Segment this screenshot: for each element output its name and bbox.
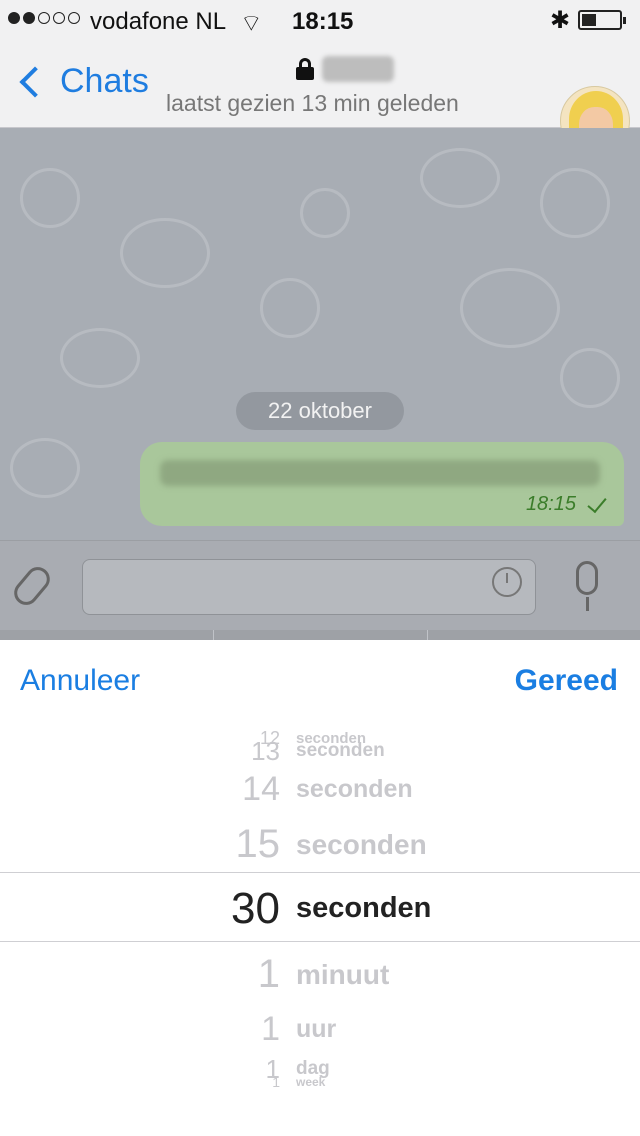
back-button[interactable]: Chats xyxy=(14,62,149,101)
duration-picker-wheel[interactable]: 12 seconden 13 seconden 14 seconden 15 seconden… xyxy=(0,728,640,1100)
date-separator: 22 oktober xyxy=(236,392,404,430)
status-time: 18:15 xyxy=(292,8,354,35)
last-seen-status: laatst gezien 13 min geleden xyxy=(166,90,459,116)
input-bar xyxy=(0,540,640,630)
status-bar: vodafone NL ⌔ 18:15 ✱ xyxy=(0,0,640,40)
nav-bar: Chats laatst gezien 13 min geleden xyxy=(0,40,640,156)
picker-option-unit: week xyxy=(296,1075,326,1089)
done-button[interactable]: Gereed xyxy=(515,664,618,698)
lock-icon xyxy=(296,58,314,80)
message-time: 18:15 xyxy=(525,493,576,515)
picker-option-number: 13 xyxy=(251,736,280,766)
carrier-name: vodafone NL xyxy=(90,8,227,35)
signal-strength-icon xyxy=(8,12,80,24)
keyboard-strip xyxy=(0,630,640,640)
battery-icon xyxy=(578,10,626,30)
picker-option[interactable]: 1 week xyxy=(0,1074,640,1098)
picker-option-number: 1 xyxy=(261,1010,280,1048)
picker-option-number: 1 xyxy=(257,952,280,996)
chat-title[interactable] xyxy=(296,56,394,82)
picker-option[interactable]: 1 uur xyxy=(0,1010,640,1054)
picker-option-unit: seconden xyxy=(296,829,427,860)
picker-option[interactable]: 1 minuut xyxy=(0,952,640,1002)
message-text-blurred xyxy=(160,460,600,486)
picker-option-unit: uur xyxy=(296,1015,337,1043)
picker-option[interactable]: 15 seconden xyxy=(0,822,640,872)
picker-option[interactable]: 13 seconden xyxy=(0,736,640,772)
contact-name-blurred xyxy=(322,56,394,82)
chat-area: 22 oktober 18:15 xyxy=(0,128,640,540)
cancel-button[interactable]: Annuleer xyxy=(20,664,140,698)
picker-option-number: 15 xyxy=(235,822,281,866)
picker-option[interactable]: 30 seconden xyxy=(0,884,640,938)
wifi-icon: ⌔ xyxy=(240,10,263,37)
checkmark-icon xyxy=(587,492,607,514)
self-destruct-timer-icon[interactable] xyxy=(492,567,522,597)
message-input[interactable] xyxy=(82,559,536,615)
picker-option-number: 1 xyxy=(272,1074,280,1090)
picker-option-unit: minuut xyxy=(296,959,390,990)
picker-option[interactable]: 14 seconden xyxy=(0,770,640,814)
picker-option-number: 14 xyxy=(242,770,280,808)
timer-picker-sheet: Annuleer Gereed 12 seconden 13 seconden 14 se… xyxy=(0,640,640,1136)
picker-option-unit: seconden xyxy=(296,892,432,924)
chevron-left-icon xyxy=(19,65,51,98)
microphone-icon[interactable] xyxy=(576,561,598,595)
attach-paperclip-icon[interactable] xyxy=(9,562,55,610)
picker-option-unit: seconden xyxy=(296,740,385,761)
back-label: Chats xyxy=(60,62,149,100)
picker-option-unit: seconden xyxy=(296,775,413,803)
picker-option-number: 30 xyxy=(231,884,280,933)
message-bubble[interactable]: 18:15 xyxy=(140,442,624,526)
bluetooth-icon: ✱ xyxy=(550,7,571,34)
